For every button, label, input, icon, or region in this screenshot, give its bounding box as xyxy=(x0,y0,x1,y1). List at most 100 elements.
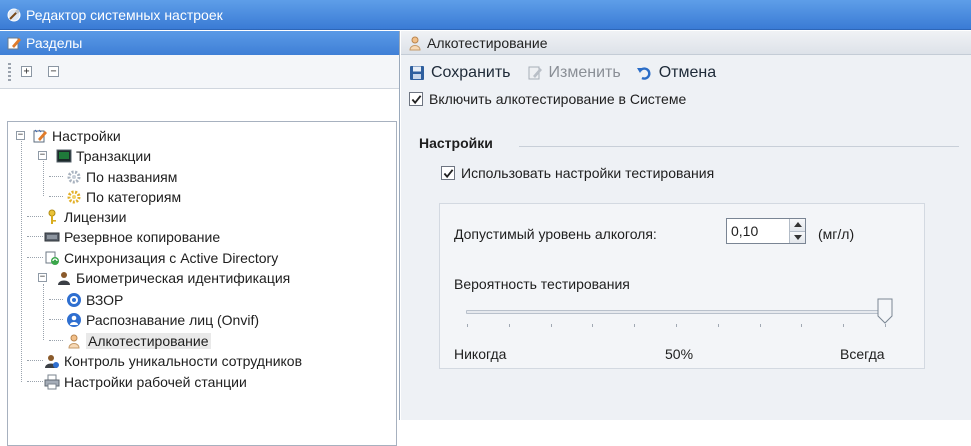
expand-all-button[interactable]: + xyxy=(21,66,32,77)
window-title: Редактор системных настроек xyxy=(26,6,223,23)
slider-tick xyxy=(676,324,677,327)
tree-label: По категориям xyxy=(86,189,182,205)
collapse-toggle-transactions[interactable]: − xyxy=(38,151,47,160)
enable-alcotesting-checkbox[interactable] xyxy=(409,92,423,106)
window-titlebar: Редактор системных настроек xyxy=(0,0,971,30)
slider-tick xyxy=(634,324,635,327)
stepper-up-button[interactable] xyxy=(790,219,805,231)
alcohol-level-unit: (мг/л) xyxy=(818,226,855,242)
tree-label: Резервное копирование xyxy=(64,229,221,245)
tree-item-transactions[interactable]: Транзакции xyxy=(56,146,151,166)
slider-tick xyxy=(718,324,719,327)
cancel-label: Отмена xyxy=(658,64,717,81)
probability-slider-track[interactable] xyxy=(466,310,886,314)
tree-item-by-categories[interactable]: По категориям xyxy=(66,187,181,207)
tree-label: Настройки xyxy=(52,128,121,144)
details-panel: Алкотестирование Сохранить Изменить Отме… xyxy=(401,31,971,420)
tree-toolbar: + − xyxy=(0,55,399,89)
tree-label: По названиям xyxy=(86,169,178,185)
person-icon xyxy=(409,36,421,50)
slider-tick xyxy=(551,324,552,327)
user-settings-icon xyxy=(45,355,59,368)
tree-label: Распознавание лиц (Onvif) xyxy=(86,312,259,328)
save-button[interactable]: Сохранить xyxy=(409,64,511,82)
collapse-toggle-settings[interactable]: − xyxy=(16,131,25,140)
edit-document-icon xyxy=(7,37,21,50)
enable-alcotesting-label[interactable]: Включить алкотестирование в Системе xyxy=(429,91,686,107)
sections-header: Разделы xyxy=(0,31,399,55)
stepper-down-button[interactable] xyxy=(790,230,805,243)
user-icon xyxy=(58,272,70,285)
slider-tick xyxy=(592,324,593,327)
slider-tick xyxy=(885,324,886,327)
triangle-down-icon xyxy=(793,234,802,240)
gear-icon xyxy=(67,190,81,204)
tree-item-backup[interactable]: Резервное копирование xyxy=(44,227,220,247)
edit-document-icon xyxy=(528,66,542,80)
slider-tick xyxy=(509,324,510,327)
settings-editor-icon xyxy=(7,8,21,21)
collapse-all-button[interactable]: − xyxy=(48,66,59,77)
toolbar-grip[interactable] xyxy=(8,62,11,81)
tree-item-face-recognition[interactable]: Распознавание лиц (Onvif) xyxy=(66,310,259,330)
slider-tick xyxy=(467,324,468,327)
sections-tree[interactable]: − − − Настройки Транзакции По названиям … xyxy=(7,121,397,446)
tree-label: Контроль уникальности сотрудников xyxy=(64,353,303,369)
details-title: Алкотестирование xyxy=(427,34,548,51)
testing-settings-group: Допустимый уровень алкоголя: 0,10 (мг/л)… xyxy=(439,203,925,369)
action-toolbar: Сохранить Изменить Отмена xyxy=(409,61,732,85)
slider-tick xyxy=(843,324,844,327)
use-settings-checkbox[interactable] xyxy=(441,166,455,180)
terminal-icon xyxy=(56,149,72,163)
slider-tick xyxy=(760,324,761,327)
use-settings-row: Использовать настройки тестирования xyxy=(441,165,714,181)
eye-target-icon xyxy=(67,293,81,307)
settings-group-divider xyxy=(519,146,959,147)
collapse-toggle-biometric[interactable]: − xyxy=(38,273,47,282)
alcohol-level-label: Допустимый уровень алкоголя: xyxy=(454,226,657,242)
slider-mid-label: 50% xyxy=(665,346,694,362)
face-recognition-icon xyxy=(67,313,81,327)
slider-max-label: Всегда xyxy=(840,346,885,362)
tree-item-employee-uniqueness[interactable]: Контроль уникальности сотрудников xyxy=(44,351,302,371)
checkmark-icon xyxy=(411,94,421,104)
gear-icon xyxy=(67,170,81,184)
sections-title: Разделы xyxy=(26,35,83,51)
details-header: Алкотестирование xyxy=(401,31,971,55)
tree-item-settings[interactable]: Настройки xyxy=(32,126,121,146)
sections-panel: Разделы + − − − − Настройки Транзакции П… xyxy=(0,31,400,446)
triangle-up-icon xyxy=(793,222,802,228)
floppy-disk-icon xyxy=(410,66,424,80)
tree-item-licenses[interactable]: Лицензии xyxy=(44,207,126,227)
tree-label: Настройки рабочей станции xyxy=(64,374,247,390)
tree-item-by-names[interactable]: По названиям xyxy=(66,167,177,187)
enable-alcotesting-row: Включить алкотестирование в Системе xyxy=(409,91,686,107)
alcohol-level-stepper[interactable]: 0,10 xyxy=(726,218,806,244)
tree-item-workstation-settings[interactable]: Настройки рабочей станции xyxy=(44,372,247,392)
tree-label: Алкотестирование xyxy=(86,333,211,349)
key-icon xyxy=(48,209,56,224)
person-icon xyxy=(68,334,80,349)
use-settings-label[interactable]: Использовать настройки тестирования xyxy=(461,165,714,181)
printer-icon xyxy=(44,374,60,390)
settings-notepad-icon xyxy=(33,129,47,143)
tree-item-vzor[interactable]: ВЗОР xyxy=(66,290,123,310)
checkmark-icon xyxy=(443,168,453,178)
probability-slider-thumb[interactable] xyxy=(877,298,893,324)
slider-tick xyxy=(801,324,802,327)
slider-min-label: Никогда xyxy=(454,346,507,362)
edit-label: Изменить xyxy=(548,64,621,81)
tree-item-biometric[interactable]: Биометрическая идентификация xyxy=(56,268,290,288)
testing-probability-label: Вероятность тестирования xyxy=(454,276,630,292)
edit-button[interactable]: Изменить xyxy=(527,64,621,82)
save-label: Сохранить xyxy=(431,64,511,81)
tree-item-alcotesting[interactable]: Алкотестирование xyxy=(66,331,211,351)
tree-label: Транзакции xyxy=(76,148,152,164)
tree-label: ВЗОР xyxy=(86,292,124,308)
tree-label: Лицензии xyxy=(64,209,127,225)
alcohol-level-value[interactable]: 0,10 xyxy=(727,219,789,243)
settings-group-title: Настройки xyxy=(419,135,493,151)
tree-item-ad-sync[interactable]: Синхронизация с Active Directory xyxy=(44,248,278,268)
tree-label: Биометрическая идентификация xyxy=(76,270,291,286)
cancel-button[interactable]: Отмена xyxy=(636,64,717,82)
